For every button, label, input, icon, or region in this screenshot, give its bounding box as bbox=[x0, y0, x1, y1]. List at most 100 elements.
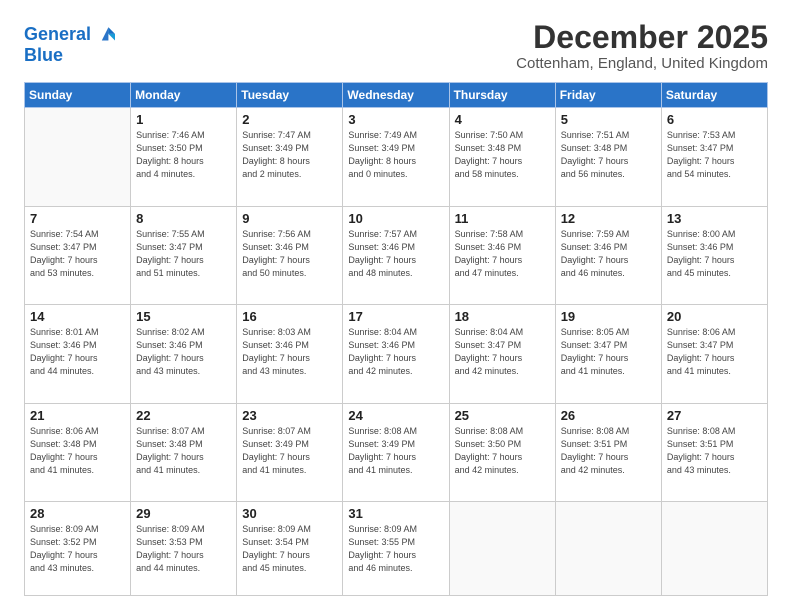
day-info: Sunrise: 8:01 AMSunset: 3:46 PMDaylight:… bbox=[30, 326, 125, 378]
day-info: Sunrise: 7:46 AMSunset: 3:50 PMDaylight:… bbox=[136, 129, 231, 181]
day-info: Sunrise: 8:09 AMSunset: 3:55 PMDaylight:… bbox=[348, 523, 443, 575]
col-tuesday: Tuesday bbox=[237, 83, 343, 108]
col-saturday: Saturday bbox=[661, 83, 767, 108]
col-thursday: Thursday bbox=[449, 83, 555, 108]
table-row: 18 Sunrise: 8:04 AMSunset: 3:47 PMDayligh… bbox=[449, 305, 555, 403]
day-info: Sunrise: 8:09 AMSunset: 3:54 PMDaylight:… bbox=[242, 523, 337, 575]
table-row: 19 Sunrise: 8:05 AMSunset: 3:47 PMDayligh… bbox=[555, 305, 661, 403]
table-row: 26 Sunrise: 8:08 AMSunset: 3:51 PMDayligh… bbox=[555, 403, 661, 501]
day-info: Sunrise: 7:58 AMSunset: 3:46 PMDaylight:… bbox=[455, 228, 550, 280]
day-number: 28 bbox=[30, 506, 125, 521]
day-number: 29 bbox=[136, 506, 231, 521]
col-sunday: Sunday bbox=[25, 83, 131, 108]
day-number: 12 bbox=[561, 211, 656, 226]
logo-icon bbox=[93, 24, 115, 46]
day-info: Sunrise: 8:04 AMSunset: 3:47 PMDaylight:… bbox=[455, 326, 550, 378]
day-number: 19 bbox=[561, 309, 656, 324]
table-row: 11 Sunrise: 7:58 AMSunset: 3:46 PMDayligh… bbox=[449, 206, 555, 304]
logo-text-line2: Blue bbox=[24, 46, 115, 66]
page: General Blue December 2025 Cottenham, En… bbox=[0, 0, 792, 612]
day-number: 22 bbox=[136, 408, 231, 423]
table-row: 6 Sunrise: 7:53 AMSunset: 3:47 PMDaylight… bbox=[661, 108, 767, 206]
day-info: Sunrise: 8:03 AMSunset: 3:46 PMDaylight:… bbox=[242, 326, 337, 378]
table-row: 9Sunrise: 7:56 AMSunset: 3:46 PMDaylight… bbox=[237, 206, 343, 304]
logo-text-line1: General bbox=[24, 25, 91, 45]
day-info: Sunrise: 7:50 AMSunset: 3:48 PMDaylight:… bbox=[455, 129, 550, 181]
table-row: 22 Sunrise: 8:07 AMSunset: 3:48 PMDayligh… bbox=[131, 403, 237, 501]
day-info: Sunrise: 7:55 AMSunset: 3:47 PMDaylight:… bbox=[136, 228, 231, 280]
table-row bbox=[449, 502, 555, 596]
day-number: 26 bbox=[561, 408, 656, 423]
col-monday: Monday bbox=[131, 83, 237, 108]
day-info: Sunrise: 7:53 AMSunset: 3:47 PMDaylight:… bbox=[667, 129, 762, 181]
table-row: 8Sunrise: 7:55 AMSunset: 3:47 PMDaylight… bbox=[131, 206, 237, 304]
day-number: 10 bbox=[348, 211, 443, 226]
table-row: 4Sunrise: 7:50 AMSunset: 3:48 PMDaylight… bbox=[449, 108, 555, 206]
day-number: 21 bbox=[30, 408, 125, 423]
table-row bbox=[661, 502, 767, 596]
title-block: December 2025 Cottenham, England, United… bbox=[516, 20, 768, 72]
day-number: 2 bbox=[242, 112, 337, 127]
table-row: 7 Sunrise: 7:54 AMSunset: 3:47 PMDaylight… bbox=[25, 206, 131, 304]
table-row bbox=[555, 502, 661, 596]
calendar-header-row: Sunday Monday Tuesday Wednesday Thursday… bbox=[25, 83, 768, 108]
day-number: 14 bbox=[30, 309, 125, 324]
main-title: December 2025 bbox=[516, 20, 768, 55]
day-number: 11 bbox=[455, 211, 550, 226]
day-number: 16 bbox=[242, 309, 337, 324]
day-number: 30 bbox=[242, 506, 337, 521]
table-row: 12 Sunrise: 7:59 AMSunset: 3:46 PMDayligh… bbox=[555, 206, 661, 304]
day-info: Sunrise: 8:08 AMSunset: 3:51 PMDaylight:… bbox=[667, 425, 762, 477]
table-row: 21 Sunrise: 8:06 AMSunset: 3:48 PMDayligh… bbox=[25, 403, 131, 501]
col-friday: Friday bbox=[555, 83, 661, 108]
day-number: 1 bbox=[136, 112, 231, 127]
table-row: 5Sunrise: 7:51 AMSunset: 3:48 PMDaylight… bbox=[555, 108, 661, 206]
table-row: 16 Sunrise: 8:03 AMSunset: 3:46 PMDayligh… bbox=[237, 305, 343, 403]
table-row: 30 Sunrise: 8:09 AMSunset: 3:54 PMDayligh… bbox=[237, 502, 343, 596]
day-info: Sunrise: 7:51 AMSunset: 3:48 PMDaylight:… bbox=[561, 129, 656, 181]
col-wednesday: Wednesday bbox=[343, 83, 449, 108]
day-info: Sunrise: 8:09 AMSunset: 3:52 PMDaylight:… bbox=[30, 523, 125, 575]
header: General Blue December 2025 Cottenham, En… bbox=[24, 20, 768, 72]
table-row: 3 Sunrise: 7:49 AMSunset: 3:49 PMDaylight… bbox=[343, 108, 449, 206]
day-number: 15 bbox=[136, 309, 231, 324]
day-info: Sunrise: 7:47 AMSunset: 3:49 PMDaylight:… bbox=[242, 129, 337, 181]
table-row: 23Sunrise: 8:07 AMSunset: 3:49 PMDayligh… bbox=[237, 403, 343, 501]
table-row: 1 Sunrise: 7:46 AMSunset: 3:50 PMDaylight… bbox=[131, 108, 237, 206]
table-row: 20Sunrise: 8:06 AMSunset: 3:47 PMDayligh… bbox=[661, 305, 767, 403]
day-info: Sunrise: 7:54 AMSunset: 3:47 PMDaylight:… bbox=[30, 228, 125, 280]
day-number: 3 bbox=[348, 112, 443, 127]
day-info: Sunrise: 7:49 AMSunset: 3:49 PMDaylight:… bbox=[348, 129, 443, 181]
day-info: Sunrise: 7:57 AMSunset: 3:46 PMDaylight:… bbox=[348, 228, 443, 280]
day-number: 17 bbox=[348, 309, 443, 324]
day-number: 27 bbox=[667, 408, 762, 423]
day-number: 31 bbox=[348, 506, 443, 521]
day-info: Sunrise: 7:59 AMSunset: 3:46 PMDaylight:… bbox=[561, 228, 656, 280]
table-row bbox=[25, 108, 131, 206]
day-number: 13 bbox=[667, 211, 762, 226]
day-info: Sunrise: 8:05 AMSunset: 3:47 PMDaylight:… bbox=[561, 326, 656, 378]
table-row: 2 Sunrise: 7:47 AMSunset: 3:49 PMDaylight… bbox=[237, 108, 343, 206]
day-number: 6 bbox=[667, 112, 762, 127]
table-row: 25 Sunrise: 8:08 AMSunset: 3:50 PMDayligh… bbox=[449, 403, 555, 501]
table-row: 27 Sunrise: 8:08 AMSunset: 3:51 PMDayligh… bbox=[661, 403, 767, 501]
day-info: Sunrise: 8:08 AMSunset: 3:51 PMDaylight:… bbox=[561, 425, 656, 477]
table-row: 14 Sunrise: 8:01 AMSunset: 3:46 PMDayligh… bbox=[25, 305, 131, 403]
table-row: 17 Sunrise: 8:04 AMSunset: 3:46 PMDayligh… bbox=[343, 305, 449, 403]
day-info: Sunrise: 8:08 AMSunset: 3:49 PMDaylight:… bbox=[348, 425, 443, 477]
day-number: 18 bbox=[455, 309, 550, 324]
day-info: Sunrise: 8:09 AMSunset: 3:53 PMDaylight:… bbox=[136, 523, 231, 575]
subtitle: Cottenham, England, United Kingdom bbox=[516, 55, 768, 72]
day-info: Sunrise: 8:02 AMSunset: 3:46 PMDaylight:… bbox=[136, 326, 231, 378]
day-info: Sunrise: 8:06 AMSunset: 3:48 PMDaylight:… bbox=[30, 425, 125, 477]
day-number: 25 bbox=[455, 408, 550, 423]
day-number: 20 bbox=[667, 309, 762, 324]
day-info: Sunrise: 8:07 AMSunset: 3:48 PMDaylight:… bbox=[136, 425, 231, 477]
day-info: Sunrise: 8:08 AMSunset: 3:50 PMDaylight:… bbox=[455, 425, 550, 477]
day-number: 24 bbox=[348, 408, 443, 423]
day-number: 9 bbox=[242, 211, 337, 226]
day-number: 7 bbox=[30, 211, 125, 226]
day-info: Sunrise: 8:00 AMSunset: 3:46 PMDaylight:… bbox=[667, 228, 762, 280]
day-info: Sunrise: 8:07 AMSunset: 3:49 PMDaylight:… bbox=[242, 425, 337, 477]
day-info: Sunrise: 8:04 AMSunset: 3:46 PMDaylight:… bbox=[348, 326, 443, 378]
